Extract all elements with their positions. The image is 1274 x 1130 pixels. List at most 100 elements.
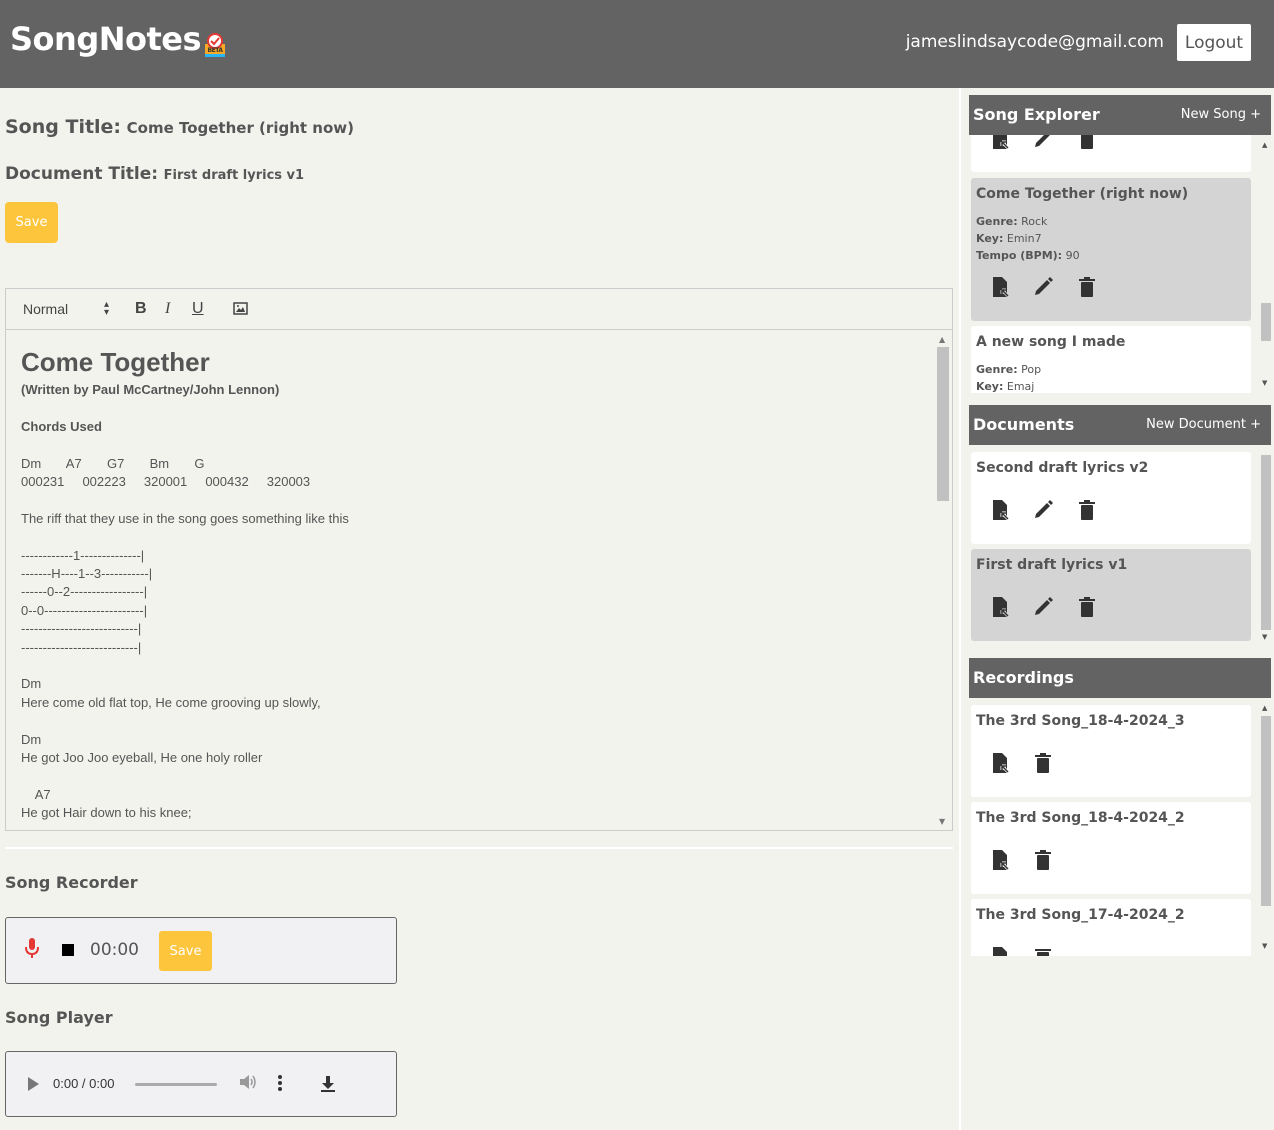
editor-line: 000231 002223 320001 000432 320003 xyxy=(21,474,311,489)
song-player: 0:00 / 0:00 xyxy=(5,1051,397,1117)
scrollbar-thumb[interactable] xyxy=(1261,455,1271,630)
document-card[interactable]: Second draft lyrics v2 xyxy=(971,452,1251,544)
more-options-icon[interactable] xyxy=(278,1075,284,1093)
delete-icon[interactable] xyxy=(1076,499,1098,521)
editor-line: Dm xyxy=(21,676,42,692)
scroll-up-icon[interactable]: ▲ xyxy=(1262,141,1267,149)
underline-button[interactable]: U xyxy=(192,300,204,318)
delete-icon[interactable] xyxy=(1032,752,1054,774)
recordings-scrollbar[interactable]: ▲ ▼ xyxy=(1257,698,1274,956)
song-title-label: Song Title: xyxy=(5,116,122,138)
editor-line: -------H----1--3-----------| xyxy=(21,566,153,581)
editor-line: ------------1--------------| xyxy=(21,547,145,563)
scrollbar-thumb[interactable] xyxy=(1261,716,1271,906)
editor-line: (Written by Paul McCartney/John Lennon) xyxy=(21,382,280,397)
scroll-down-icon[interactable]: ▼ xyxy=(1262,942,1267,950)
song-recorder-label: Song Recorder xyxy=(5,873,138,892)
format-select-value: Normal xyxy=(23,301,69,317)
svg-text:BETA: BETA xyxy=(208,47,224,54)
document-title-value: First draft lyrics v1 xyxy=(163,168,305,183)
scroll-down-icon[interactable]: ▼ xyxy=(939,817,945,826)
recording-card[interactable]: The 3rd Song_17-4-2024_2 xyxy=(971,899,1251,956)
beta-badge-icon: BETA xyxy=(203,28,227,57)
open-file-icon[interactable] xyxy=(989,752,1011,774)
open-file-icon[interactable] xyxy=(989,135,1011,150)
open-file-icon[interactable] xyxy=(989,596,1011,618)
delete-icon[interactable] xyxy=(1076,276,1098,298)
editor-line: He got Hair down to his knee; xyxy=(21,805,192,821)
recordings-title: Recordings xyxy=(973,668,1074,687)
song-key: Key: Emaj xyxy=(976,380,1034,393)
scroll-up-icon[interactable]: ▲ xyxy=(939,335,945,344)
editor-toolbar: Normal ▴ ▾ B I U xyxy=(6,289,952,330)
bold-button[interactable]: B xyxy=(135,300,147,318)
edit-icon[interactable] xyxy=(1032,276,1054,298)
editor-content[interactable]: Come Together (Written by Paul McCartney… xyxy=(6,331,936,830)
player-time: 0:00 / 0:00 xyxy=(53,1076,115,1091)
edit-icon[interactable] xyxy=(1032,135,1054,150)
scrollbar-thumb[interactable] xyxy=(1261,303,1271,341)
tempo-label: Tempo (BPM): xyxy=(976,249,1063,262)
genre-label: Genre: xyxy=(976,363,1018,376)
document-title-label: Document Title: xyxy=(5,164,159,184)
key-label: Key: xyxy=(976,232,1004,245)
microphone-icon[interactable] xyxy=(25,938,39,960)
documents-list: Second draft lyrics v2 First draft lyric… xyxy=(969,445,1274,645)
open-file-icon[interactable] xyxy=(989,276,1011,298)
stop-icon[interactable] xyxy=(62,944,74,956)
rich-text-editor: Normal ▴ ▾ B I U Come Together (Written b… xyxy=(5,288,953,831)
open-file-icon[interactable] xyxy=(989,946,1011,956)
recording-card[interactable]: The 3rd Song_18-4-2024_2 xyxy=(971,802,1251,894)
recording-card[interactable]: The 3rd Song_18-4-2024_3 xyxy=(971,705,1251,797)
tempo-value: 90 xyxy=(1065,249,1080,262)
format-select[interactable]: Normal ▴ ▾ xyxy=(23,300,109,318)
delete-icon[interactable] xyxy=(1032,849,1054,871)
song-genre: Genre: Rock xyxy=(976,215,1047,228)
song-card[interactable] xyxy=(971,135,1251,172)
scrollbar-thumb[interactable] xyxy=(937,347,949,501)
logout-button[interactable]: Logout xyxy=(1177,24,1251,61)
scroll-up-icon[interactable]: ▲ xyxy=(1262,704,1267,712)
edit-icon[interactable] xyxy=(1032,596,1054,618)
open-file-icon[interactable] xyxy=(989,499,1011,521)
song-explorer-scrollbar[interactable]: ▲ ▼ xyxy=(1257,135,1274,393)
recordings-header: Recordings xyxy=(969,658,1271,698)
brand-logo[interactable]: SongNotes BETA xyxy=(10,20,227,58)
document-card-title: First draft lyrics v1 xyxy=(976,557,1128,573)
play-icon[interactable] xyxy=(28,1077,39,1091)
open-file-icon[interactable] xyxy=(989,849,1011,871)
scroll-down-icon[interactable]: ▼ xyxy=(1262,379,1267,387)
documents-title: Documents xyxy=(973,415,1075,434)
song-card-selected[interactable]: Come Together (right now) Genre: Rock Ke… xyxy=(971,178,1251,321)
editor-line: A7 xyxy=(21,786,51,802)
download-icon[interactable] xyxy=(320,1075,336,1097)
volume-icon[interactable] xyxy=(239,1074,257,1094)
scroll-down-icon[interactable]: ▼ xyxy=(1262,633,1267,641)
editor-scrollbar[interactable]: ▲ ▼ xyxy=(935,331,952,830)
delete-icon[interactable] xyxy=(1076,135,1098,150)
song-genre: Genre: Pop xyxy=(976,363,1041,376)
image-icon[interactable] xyxy=(233,302,248,320)
player-progress-bar[interactable] xyxy=(135,1083,217,1086)
new-document-button[interactable]: New Document + xyxy=(1146,417,1261,432)
song-card[interactable]: A new song I made Genre: Pop Key: Emaj xyxy=(971,326,1251,393)
documents-header: Documents New Document + xyxy=(969,405,1271,445)
delete-icon[interactable] xyxy=(1032,946,1054,956)
editor-line: ---------------------------| xyxy=(21,639,142,655)
save-recording-button[interactable]: Save xyxy=(159,931,212,971)
song-title: Song Title: Come Together (right now) xyxy=(5,116,354,138)
edit-icon[interactable] xyxy=(1032,499,1054,521)
new-song-button[interactable]: New Song + xyxy=(1181,107,1261,122)
recorder-timer: 00:00 xyxy=(90,940,139,960)
italic-button[interactable]: I xyxy=(165,300,170,318)
editor-line: Dm A7 G7 Bm G xyxy=(21,455,205,471)
save-document-button[interactable]: Save xyxy=(5,202,58,243)
document-card-selected[interactable]: First draft lyrics v1 xyxy=(971,549,1251,641)
key-value: Emaj xyxy=(1006,380,1035,393)
recording-card-title: The 3rd Song_17-4-2024_2 xyxy=(976,907,1185,923)
documents-scrollbar[interactable]: ▼ xyxy=(1257,445,1274,645)
delete-icon[interactable] xyxy=(1076,596,1098,618)
user-email: jameslindsaycode@gmail.com xyxy=(905,32,1164,52)
